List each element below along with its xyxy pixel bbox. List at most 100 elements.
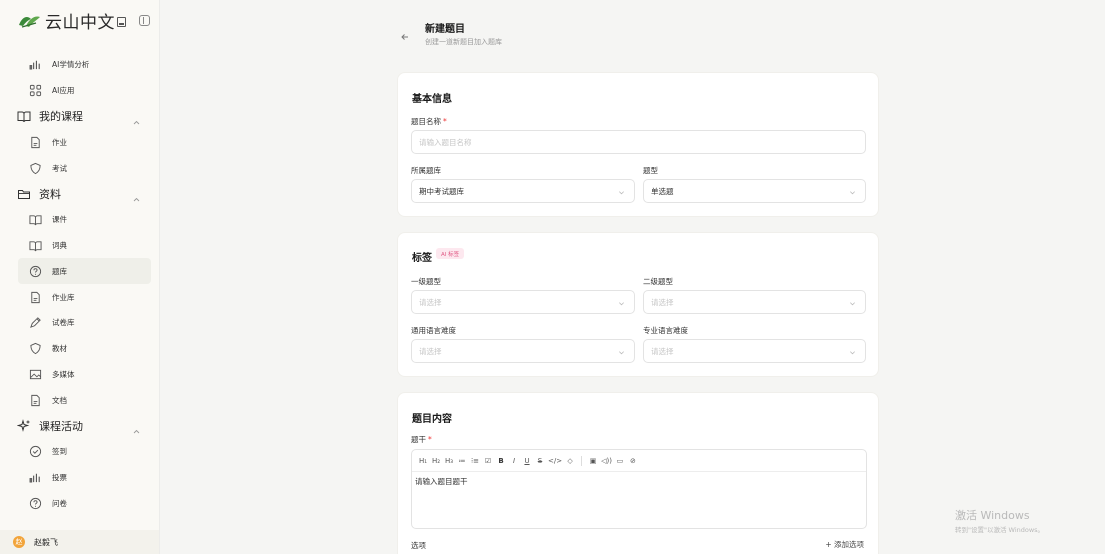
chevron-down-icon [849,189,856,196]
back-arrow-icon[interactable] [400,27,410,40]
sidebar-item[interactable]: 试卷库 [0,310,159,336]
help-circle-icon [29,497,42,510]
file-icon [29,394,42,407]
sidebar-item[interactable]: 投票 [0,465,159,491]
question-type-value: 单选题 [651,186,674,196]
heading-3-icon[interactable]: H₃ [444,455,454,467]
chevron-up-icon[interactable] [132,421,141,434]
sidebar-item-label: 投票 [52,473,67,483]
chevron-down-icon [849,349,856,356]
tags-card: 标签 AI 标签 一级题型 请选择 二级题型 请选择 通用语言难度 请选择 专业… [397,232,879,377]
chevron-down-icon [618,300,625,307]
bar-chart-icon [29,58,42,71]
sidebar-collapse-button[interactable] [139,14,150,26]
audio-icon[interactable]: ◁)) [601,455,612,467]
sidebar-item[interactable]: 课件 [0,207,159,233]
sidebar-item[interactable]: 课程活动 [0,413,159,439]
page-title: 新建题目 [425,24,465,35]
chevron-down-icon [849,300,856,307]
bar-chart-icon [29,471,42,484]
level1-type-placeholder: 请选择 [419,297,442,307]
file-icon [29,136,42,149]
ordered-list-icon[interactable]: ⁝≡ [470,455,480,467]
basic-info-title: 基本信息 [412,94,452,105]
pen-icon [29,316,42,329]
question-type-select[interactable]: 单选题 [643,179,866,203]
level1-type-label: 一级题型 [411,277,441,286]
chevron-up-icon[interactable] [132,112,141,124]
general-difficulty-select[interactable]: 请选择 [411,339,635,363]
content-card: 题目内容 题干 * H₁ H₂ H₃ ≔ ⁝≡ ☑ B I U S </> ◇ ▣ ◁)) ▭ ⊘ 请输入题目题… [397,392,879,554]
link-icon[interactable]: ⊘ [628,455,638,467]
user-profile[interactable]: 赵 赵毅飞 [0,530,159,554]
stem-editor-body[interactable]: 请输入题目题干 [412,472,866,491]
sidebar-item[interactable]: 资料 [0,181,159,207]
book-open-icon [29,213,42,226]
general-difficulty-placeholder: 请选择 [419,346,442,356]
bold-icon[interactable]: B [496,455,506,467]
brand: 云山中文 [0,0,159,40]
sidebar-item-label: 课程活动 [39,420,83,434]
sidebar-item-label: 问卷 [52,498,67,508]
video-icon[interactable]: ▭ [615,455,625,467]
italic-icon[interactable]: I [509,455,519,467]
sidebar-item[interactable]: 题库 [18,258,151,285]
sidebar-item-label: 课件 [52,215,67,225]
image-icon[interactable]: ▣ [588,455,598,467]
heading-2-icon[interactable]: H₂ [431,455,441,467]
ai-tag-button[interactable]: AI 标签 [436,248,465,259]
heading-1-icon[interactable]: H₁ [418,455,428,467]
question-name-label: 题目名称 * [411,117,447,126]
sidebar-item-label: 文档 [52,395,67,405]
code-icon[interactable]: </> [548,455,562,467]
user-name: 赵毅飞 [34,537,58,547]
sidebar-item-label: 资料 [39,187,61,201]
sidebar-item[interactable]: 教材 [0,336,159,362]
book-open-icon [29,239,42,252]
brand-logo-icon [19,16,40,28]
help-circle-icon [29,265,42,278]
pro-difficulty-label: 专业语言难度 [643,326,688,335]
eraser-icon[interactable]: ◇ [565,455,575,467]
sidebar-item-label: 教材 [52,344,67,354]
sidebar-item-label: 签到 [52,447,67,457]
question-name-input[interactable]: 请输入题目名称 [411,130,866,154]
underline-icon[interactable]: U [522,455,532,467]
level1-type-select[interactable]: 请选择 [411,290,635,314]
chevron-up-icon[interactable] [132,189,141,202]
activation-watermark-title: 激活 Windows [955,509,1030,522]
task-list-icon[interactable]: ☑ [483,455,493,467]
brand-flag-icon [117,16,126,27]
sidebar-item[interactable]: 考试 [0,155,159,181]
editor-toolbar: H₁ H₂ H₃ ≔ ⁝≡ ☑ B I U S </> ◇ ▣ ◁)) ▭ ⊘ [412,450,866,472]
question-bank-select[interactable]: 期中考试题库 [411,179,635,203]
sidebar-item[interactable]: 签到 [0,439,159,465]
content-title: 题目内容 [412,414,452,425]
chevron-down-icon [618,349,625,356]
sidebar-item[interactable]: 作业 [0,129,159,155]
pro-difficulty-placeholder: 请选择 [651,346,674,356]
sidebar-item-label: 作业库 [52,292,75,302]
ai-tag-label: AI 标签 [441,251,460,258]
sidebar-item-label: AI学情分析 [52,60,90,70]
options-label: 选项 [411,541,426,550]
level2-type-select[interactable]: 请选择 [643,290,866,314]
sidebar-item[interactable]: 多媒体 [0,362,159,388]
sidebar-item[interactable]: AI学情分析 [0,52,159,78]
sidebar-item[interactable]: 我的课程 [0,104,159,130]
file-icon [29,291,42,304]
strikethrough-icon[interactable]: S [535,455,545,467]
sidebar-item[interactable]: AI应用 [0,78,159,104]
check-circle-icon [29,445,42,458]
sidebar-item[interactable]: 作业库 [0,284,159,310]
brand-name: 云山中文 [45,12,115,33]
folder-icon [17,187,31,201]
sidebar-item[interactable]: 词典 [0,233,159,259]
bullet-list-icon[interactable]: ≔ [457,455,467,467]
grid-icon [29,84,42,97]
sidebar-item[interactable]: 问卷 [0,491,159,517]
pro-difficulty-select[interactable]: 请选择 [643,339,866,363]
add-option-button[interactable]: + 添加选项 [825,539,864,550]
page-subtitle: 创建一道新题目加入题库 [425,38,502,46]
sidebar-item[interactable]: 文档 [0,387,159,413]
